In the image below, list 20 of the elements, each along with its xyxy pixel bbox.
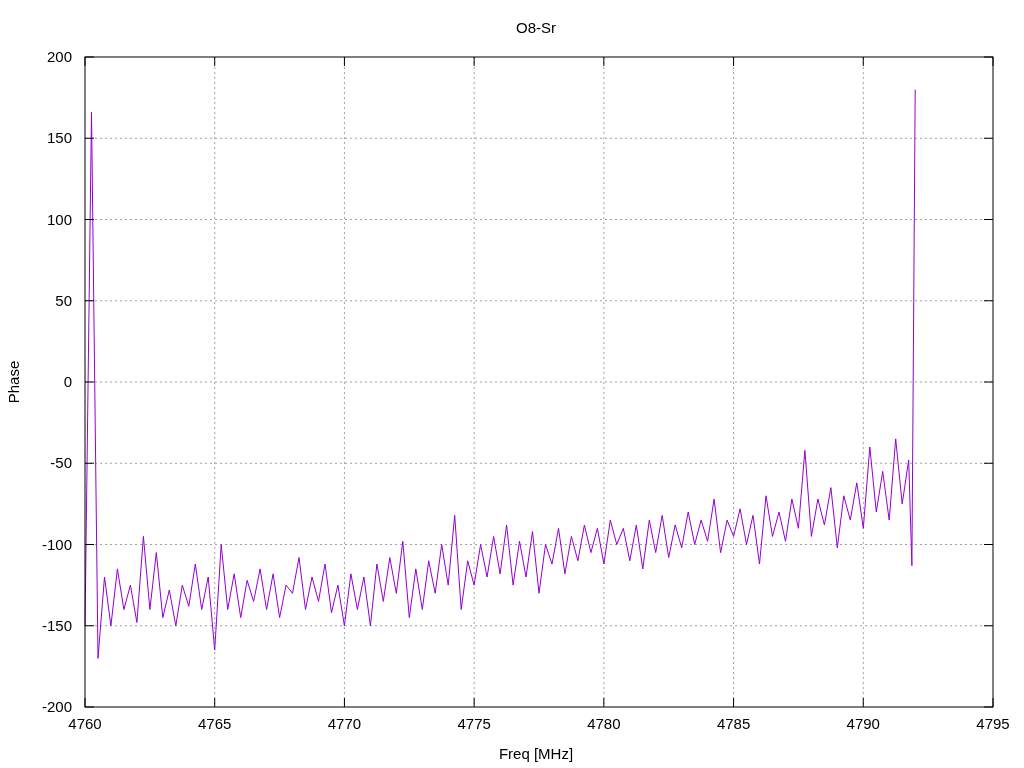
- tick-label: 200: [46, 48, 72, 65]
- axis-label: Freq [MHz]: [498, 745, 574, 762]
- tick-label: 50: [55, 291, 72, 309]
- tick-label: 100: [46, 210, 72, 228]
- tick-label: 4770: [327, 715, 362, 732]
- tick-label: -200: [41, 698, 72, 715]
- tick-label: 4780: [587, 715, 621, 732]
- chart-title: O8-Sr: [516, 19, 556, 36]
- tick-label: 4775: [457, 715, 491, 732]
- axis-label: Phase: [5, 360, 22, 404]
- tick-label: -150: [41, 616, 72, 634]
- tick-label: 4785: [716, 715, 751, 732]
- tick-label: 4765: [198, 715, 232, 732]
- tick-label: 150: [46, 129, 72, 147]
- tick-label: -50: [50, 454, 72, 472]
- tick-label: -100: [41, 535, 72, 553]
- tick-label: 4790: [846, 715, 880, 732]
- tick-label: 4760: [68, 715, 102, 732]
- tick-label: 0: [63, 373, 72, 390]
- tick-label: 4795: [976, 715, 1010, 732]
